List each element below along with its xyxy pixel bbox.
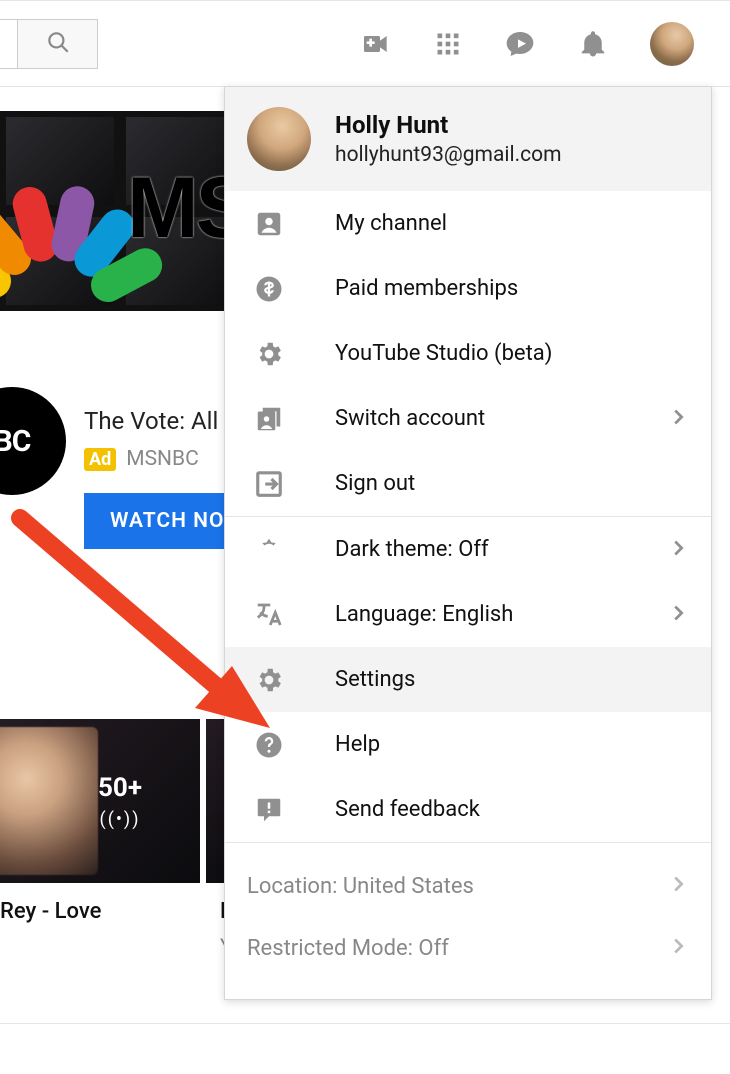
translate-icon — [247, 600, 291, 630]
account-email: hollyhunt93@gmail.com — [335, 143, 562, 167]
peacock-logo-icon — [0, 171, 100, 291]
thumbnail-image — [0, 727, 98, 875]
channel-avatar[interactable]: BC — [0, 387, 66, 495]
search-input[interactable] — [0, 19, 18, 69]
video-title: Rey - Love — [0, 899, 200, 924]
video-card[interactable]: Rey - Love — [0, 899, 200, 958]
topbar — [0, 0, 730, 86]
search-area — [0, 19, 98, 69]
feedback-icon — [247, 795, 291, 825]
account-menu: Holly Hunt hollyhunt93@gmail.com My chan… — [224, 86, 712, 1000]
chevron-right-icon — [667, 873, 689, 899]
search-icon — [45, 29, 71, 59]
ad-badge: Ad — [84, 448, 116, 471]
gear-icon — [247, 339, 291, 369]
menu-item-label: Settings — [335, 667, 689, 692]
menu-item-label: Help — [335, 732, 689, 757]
video-plus-icon[interactable] — [360, 28, 392, 60]
broadcast-icon: ((•)) — [100, 809, 141, 830]
menu-item-label: Sign out — [335, 471, 689, 496]
person-box-icon — [247, 209, 291, 239]
menu-item-label: Send feedback — [335, 797, 689, 822]
sign-out-icon — [247, 469, 291, 499]
video-thumbnail[interactable]: 50+ ((•)) — [0, 719, 200, 883]
menu-item-settings[interactable]: Settings — [225, 647, 711, 712]
menu-item-language[interactable]: Language: English — [225, 582, 711, 647]
menu-item-label: Dark theme: Off — [335, 537, 667, 562]
chevron-right-icon — [667, 935, 689, 961]
topbar-actions — [360, 22, 730, 66]
settings-gear-icon — [247, 665, 291, 695]
menu-item-label: Language: English — [335, 602, 667, 627]
menu-item-help[interactable]: Help — [225, 712, 711, 777]
moon-icon — [247, 535, 291, 565]
menu-header[interactable]: Holly Hunt hollyhunt93@gmail.com — [225, 87, 711, 191]
menu-item-switch-account[interactable]: Switch account — [225, 386, 711, 451]
menu-item-label: Paid memberships — [335, 276, 689, 301]
menu-item-label: My channel — [335, 211, 689, 236]
menu-item-label: Switch account — [335, 406, 667, 431]
menu-item-youtube-studio[interactable]: YouTube Studio (beta) — [225, 321, 711, 386]
ad-banner[interactable]: MS — [0, 111, 240, 311]
help-icon — [247, 730, 291, 760]
menu-item-sign-out[interactable]: Sign out — [225, 451, 711, 516]
menu-item-restricted-mode[interactable]: Restricted Mode: Off — [225, 917, 711, 979]
grid-apps-icon[interactable] — [434, 30, 462, 58]
user-avatar[interactable] — [650, 22, 694, 66]
search-button[interactable] — [18, 19, 98, 69]
ad-advertiser[interactable]: MSNBC — [126, 447, 199, 471]
divider — [0, 1023, 730, 1024]
menu-item-paid-memberships[interactable]: Paid memberships — [225, 256, 711, 321]
chevron-right-icon — [667, 406, 689, 432]
dollar-circle-icon — [247, 274, 291, 304]
menu-item-my-channel[interactable]: My channel — [225, 191, 711, 256]
menu-item-send-feedback[interactable]: Send feedback — [225, 777, 711, 842]
menu-avatar — [247, 107, 311, 171]
chevron-right-icon — [667, 537, 689, 563]
account-name: Holly Hunt — [335, 111, 562, 139]
bell-icon[interactable] — [578, 29, 608, 59]
chat-bubble-icon[interactable] — [504, 28, 536, 60]
switch-account-icon — [247, 404, 291, 434]
menu-item-location[interactable]: Location: United States — [225, 855, 711, 917]
menu-item-label: Location: United States — [247, 874, 667, 899]
playlist-count: 50+ — [98, 773, 142, 803]
chevron-right-icon — [667, 602, 689, 628]
menu-item-dark-theme[interactable]: Dark theme: Off — [225, 517, 711, 582]
menu-item-label: Restricted Mode: Off — [247, 936, 667, 961]
menu-item-label: YouTube Studio (beta) — [335, 341, 689, 366]
